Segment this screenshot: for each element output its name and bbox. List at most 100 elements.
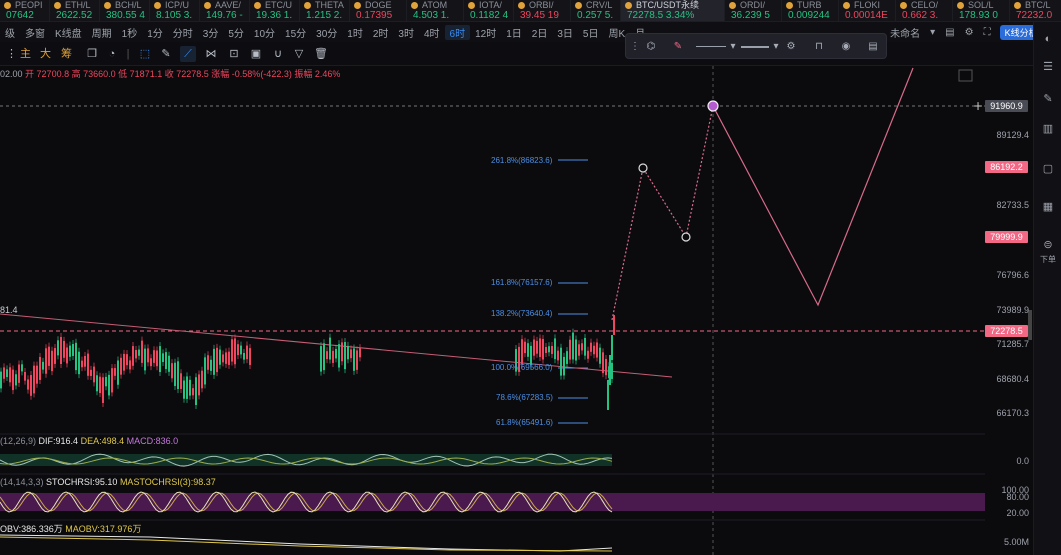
candle-body: [611, 335, 613, 360]
candle-body: [111, 368, 113, 393]
fullscreen-chart-icon: [958, 69, 973, 82]
template-icon[interactable]: ⌬: [644, 40, 658, 54]
macd-dif: DIF:916.4: [38, 436, 79, 446]
candle-body: [613, 315, 615, 335]
candle-body: [165, 352, 167, 370]
candle-body: [96, 375, 98, 392]
candle-body: [171, 363, 173, 379]
fib-level-label[interactable]: 61.8%(65491.6): [496, 418, 553, 427]
candle-body: [551, 346, 553, 354]
candle-body: [246, 345, 248, 360]
candle-body: [584, 337, 586, 356]
candle-body: [168, 355, 170, 372]
line-width-preview: [741, 46, 769, 48]
projection-path: [712, 67, 914, 307]
obv-value: OBV:386.336万: [0, 524, 63, 534]
message-icon[interactable]: ▢: [1041, 162, 1055, 176]
candle-body: [219, 349, 221, 365]
candle-body: [147, 348, 149, 363]
macd-dea: DEA:498.4: [80, 436, 125, 446]
candle-body: [359, 348, 361, 358]
trend-start-label: 81.4: [0, 305, 18, 315]
lock-icon[interactable]: ⊓: [812, 40, 826, 54]
settings-icon[interactable]: ⚙: [784, 40, 798, 54]
stoch-zone: [0, 493, 985, 511]
candle-body: [138, 349, 140, 356]
stoch-level-label: 20.00: [1006, 508, 1029, 518]
candle-body: [48, 346, 50, 366]
chevron-down-icon[interactable]: ▾: [726, 40, 740, 54]
trash-icon[interactable]: ▤: [866, 40, 880, 54]
candle-body: [347, 345, 349, 360]
candle-body: [18, 364, 20, 383]
fib-level-label[interactable]: 161.8%(76157.6): [491, 278, 552, 287]
candle-body: [177, 361, 179, 390]
candle-body: [93, 366, 95, 383]
candle-body: [186, 376, 188, 399]
pen-color-icon[interactable]: ✎: [671, 40, 685, 54]
candle-body: [596, 342, 598, 358]
candle-body: [607, 380, 609, 410]
candle-body: [141, 340, 143, 363]
candle-body: [521, 339, 523, 365]
candle-body: [60, 336, 62, 364]
fib-level-label[interactable]: 138.2%(73640.4): [491, 309, 552, 318]
eye-icon[interactable]: ◉: [839, 40, 853, 54]
crosshair-price-tag: 91960.9: [985, 100, 1028, 112]
fib-level-label[interactable]: 261.8%(86823.6): [491, 156, 552, 165]
list-icon[interactable]: ☰: [1041, 60, 1055, 74]
stoch-params: (14,14,3,3): [0, 477, 44, 487]
candle-body: [144, 348, 146, 371]
calendar-icon[interactable]: ▦: [1041, 200, 1055, 214]
stoch-d: MASTOCHRSI(3):98.37: [119, 477, 216, 487]
drawing-price-tag: 79999.9: [985, 231, 1028, 243]
candle-body: [554, 338, 556, 360]
candle-body: [99, 376, 101, 394]
order-icon[interactable]: ⊜: [1041, 238, 1055, 252]
anchor-point-selected: [707, 100, 719, 112]
obv-level-label: 5.00M: [1003, 537, 1029, 547]
candle-body: [117, 360, 119, 385]
candle-body: [605, 358, 607, 376]
axis-label: 73989.9: [996, 305, 1029, 315]
candle-body: [81, 360, 83, 368]
candle-body: [249, 348, 251, 365]
macd-value: MACD:836.0: [126, 436, 179, 446]
anchor-point: [681, 232, 691, 242]
candle-body: [213, 348, 215, 375]
candle-body: [3, 367, 5, 379]
line-preview: [696, 46, 726, 47]
candle-body: [183, 380, 185, 399]
candle-body: [6, 369, 8, 378]
edit-icon[interactable]: ✎: [1041, 92, 1055, 106]
candle-body: [240, 345, 242, 355]
bell-icon[interactable]: ◐: [1041, 32, 1055, 46]
stoch-level-label: 80.00: [1006, 492, 1029, 502]
candle-body: [72, 344, 74, 356]
candle-body: [225, 352, 227, 364]
candle-body: [150, 358, 152, 367]
projection-path: [611, 105, 714, 321]
candle-body: [132, 346, 134, 366]
candle-body: [344, 341, 346, 370]
macd-histogram: [0, 454, 612, 466]
candle-body: [45, 348, 47, 374]
candle-body: [57, 340, 59, 356]
candle-body: [323, 343, 325, 371]
candle-body: [42, 361, 44, 370]
candle-body: [356, 350, 358, 370]
chart-icon[interactable]: ▥: [1041, 122, 1055, 136]
candle-body: [335, 348, 337, 359]
fib-level-label[interactable]: 78.6%(67283.5): [496, 393, 553, 402]
drag-handle-icon[interactable]: ⋮: [628, 40, 642, 54]
candle-body: [9, 367, 11, 383]
order-label[interactable]: 下单: [1037, 254, 1059, 265]
macd-params: (12,26,9): [0, 436, 37, 446]
candle-body: [54, 348, 56, 364]
chevron-down-icon[interactable]: ▾: [769, 40, 783, 54]
axis-label: 89129.4: [996, 130, 1029, 140]
obv-line: [0, 534, 613, 552]
candle-body: [78, 351, 80, 375]
fib-level-label[interactable]: 100.0%(69566.0): [491, 363, 552, 372]
crosshair-plus-icon: +: [973, 99, 983, 113]
